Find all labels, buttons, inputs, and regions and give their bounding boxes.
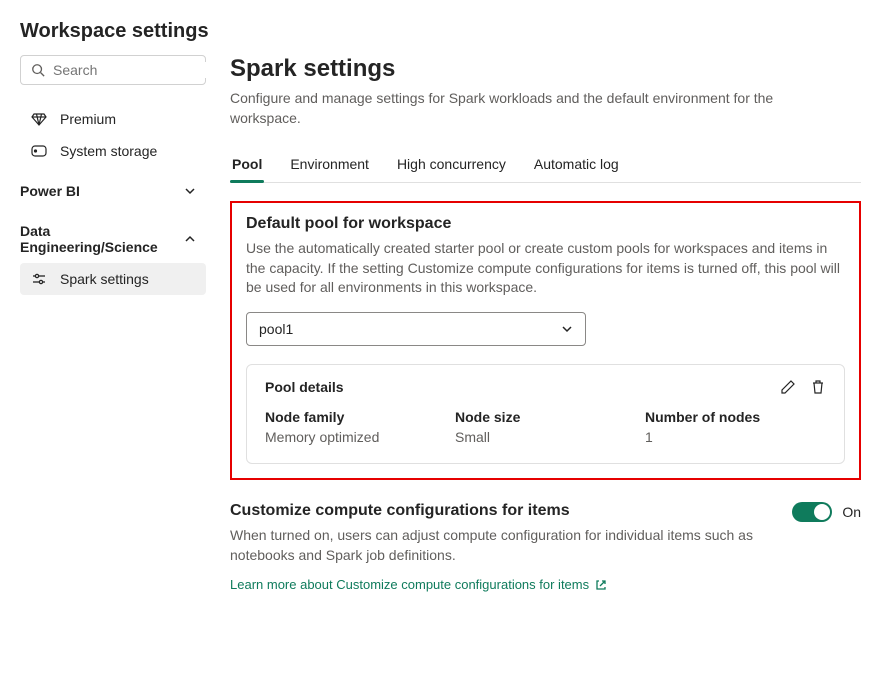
link-text: Learn more about Customize compute confi… bbox=[230, 577, 589, 592]
detail-label: Number of nodes bbox=[645, 409, 795, 425]
trash-icon bbox=[810, 379, 826, 395]
sidebar-item-label: System storage bbox=[60, 143, 157, 159]
sidebar-section-powerbi[interactable]: Power BI bbox=[20, 175, 206, 207]
sidebar: Premium System storage Power BI Data Eng… bbox=[20, 55, 206, 592]
chevron-up-icon bbox=[184, 233, 196, 245]
detail-node-family: Node family Memory optimized bbox=[265, 409, 415, 445]
customize-description: When turned on, users can adjust compute… bbox=[230, 526, 772, 565]
tab-high-concurrency[interactable]: High concurrency bbox=[395, 148, 508, 182]
pencil-icon bbox=[780, 379, 796, 395]
sliders-icon bbox=[30, 271, 48, 287]
sidebar-item-premium[interactable]: Premium bbox=[20, 103, 206, 135]
learn-more-link[interactable]: Learn more about Customize compute confi… bbox=[230, 577, 607, 592]
search-icon bbox=[31, 63, 45, 77]
toggle-state-label: On bbox=[842, 504, 861, 520]
pool-details-title: Pool details bbox=[265, 379, 344, 395]
storage-icon bbox=[30, 145, 48, 157]
default-pool-section: Default pool for workspace Use the autom… bbox=[230, 201, 861, 480]
tabs: Pool Environment High concurrency Automa… bbox=[230, 148, 861, 183]
edit-button[interactable] bbox=[780, 379, 796, 395]
chevron-down-icon bbox=[561, 323, 573, 335]
tab-pool[interactable]: Pool bbox=[230, 148, 264, 182]
sidebar-item-label: Spark settings bbox=[60, 271, 149, 287]
main-content: Spark settings Configure and manage sett… bbox=[230, 55, 861, 592]
sidebar-item-label: Premium bbox=[60, 111, 116, 127]
main-title: Spark settings bbox=[230, 55, 861, 83]
detail-label: Node size bbox=[455, 409, 605, 425]
sidebar-section-dataeng[interactable]: Data Engineering/Science bbox=[20, 215, 206, 263]
detail-value: Memory optimized bbox=[265, 429, 415, 445]
section-label: Data Engineering/Science bbox=[20, 223, 160, 255]
pool-select-value: pool1 bbox=[259, 321, 293, 337]
detail-num-nodes: Number of nodes 1 bbox=[645, 409, 795, 445]
pool-details-card: Pool details bbox=[246, 364, 845, 464]
main-description: Configure and manage settings for Spark … bbox=[230, 89, 790, 128]
detail-label: Node family bbox=[265, 409, 415, 425]
search-box[interactable] bbox=[20, 55, 206, 85]
section-label: Power BI bbox=[20, 183, 80, 199]
pool-section-description: Use the automatically created starter po… bbox=[246, 239, 845, 298]
customize-toggle[interactable] bbox=[792, 502, 832, 522]
detail-value: Small bbox=[455, 429, 605, 445]
sidebar-item-system-storage[interactable]: System storage bbox=[20, 135, 206, 167]
customize-title: Customize compute configurations for ite… bbox=[230, 502, 772, 520]
page-title: Workspace settings bbox=[20, 20, 861, 43]
detail-node-size: Node size Small bbox=[455, 409, 605, 445]
detail-value: 1 bbox=[645, 429, 795, 445]
diamond-icon bbox=[30, 111, 48, 127]
external-link-icon bbox=[595, 579, 607, 591]
delete-button[interactable] bbox=[810, 379, 826, 395]
search-input[interactable] bbox=[53, 62, 234, 78]
pool-select[interactable]: pool1 bbox=[246, 312, 586, 346]
tab-automatic-log[interactable]: Automatic log bbox=[532, 148, 621, 182]
tab-environment[interactable]: Environment bbox=[288, 148, 371, 182]
customize-section: Customize compute configurations for ite… bbox=[230, 502, 861, 592]
sidebar-item-spark-settings[interactable]: Spark settings bbox=[20, 263, 206, 295]
pool-section-title: Default pool for workspace bbox=[246, 215, 845, 233]
chevron-down-icon bbox=[184, 185, 196, 197]
